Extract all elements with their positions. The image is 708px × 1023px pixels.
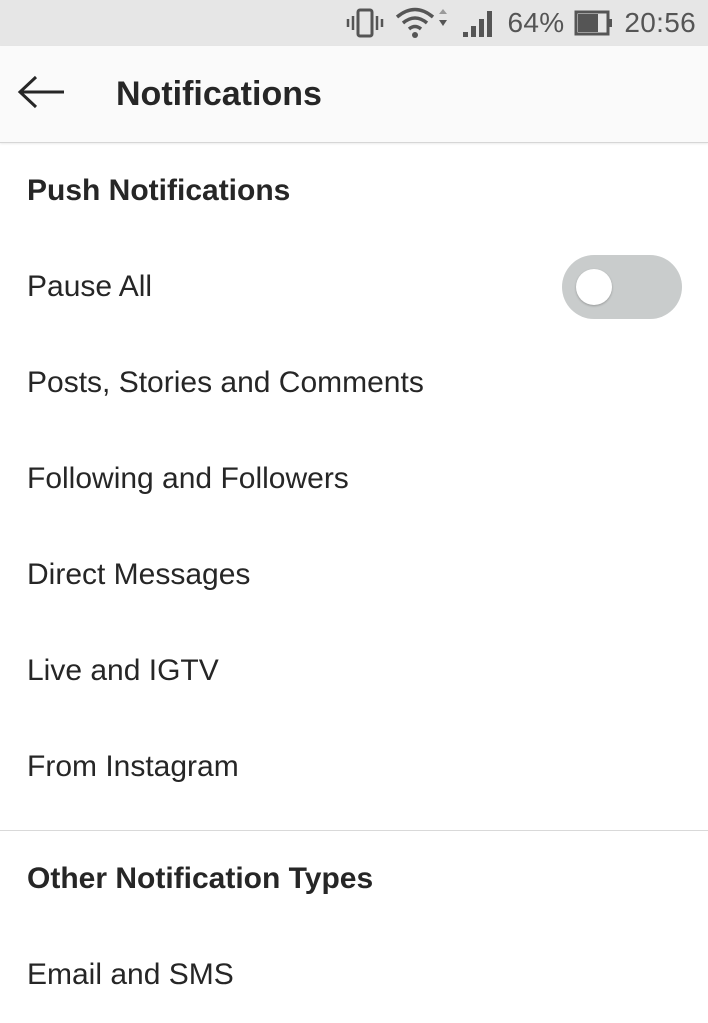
arrow-left-icon (16, 74, 68, 115)
status-icons: 64% 20:56 (345, 0, 696, 46)
list-item-from-instagram[interactable]: From Instagram (0, 719, 708, 815)
pause-all-row[interactable]: Pause All (0, 239, 708, 335)
list-item-direct-messages[interactable]: Direct Messages (0, 527, 708, 623)
pause-all-label: Pause All (27, 270, 153, 303)
settings-list: Push Notifications Pause All Posts, Stor… (0, 143, 708, 1023)
wifi-icon (395, 6, 451, 40)
section-header-push: Push Notifications (27, 174, 291, 207)
signal-icon (461, 8, 497, 38)
app-bar: Notifications (0, 46, 708, 143)
battery-percent: 64% (507, 7, 565, 38)
clock: 20:56 (624, 7, 696, 38)
list-item-posts-stories-comments[interactable]: Posts, Stories and Comments (0, 335, 708, 431)
vibrate-icon (345, 7, 385, 39)
status-bar: 64% 20:56 (0, 0, 708, 46)
section-header-other: Other Notification Types (27, 862, 374, 895)
list-item-live-igtv[interactable]: Live and IGTV (0, 623, 708, 719)
pause-all-toggle[interactable] (562, 255, 682, 319)
toggle-knob (576, 269, 612, 305)
page-title: Notifications (116, 75, 322, 113)
back-button[interactable] (12, 68, 72, 120)
list-item-email-sms[interactable]: Email and SMS (0, 927, 708, 1023)
battery-icon (574, 9, 614, 37)
list-item-following-followers[interactable]: Following and Followers (0, 431, 708, 527)
